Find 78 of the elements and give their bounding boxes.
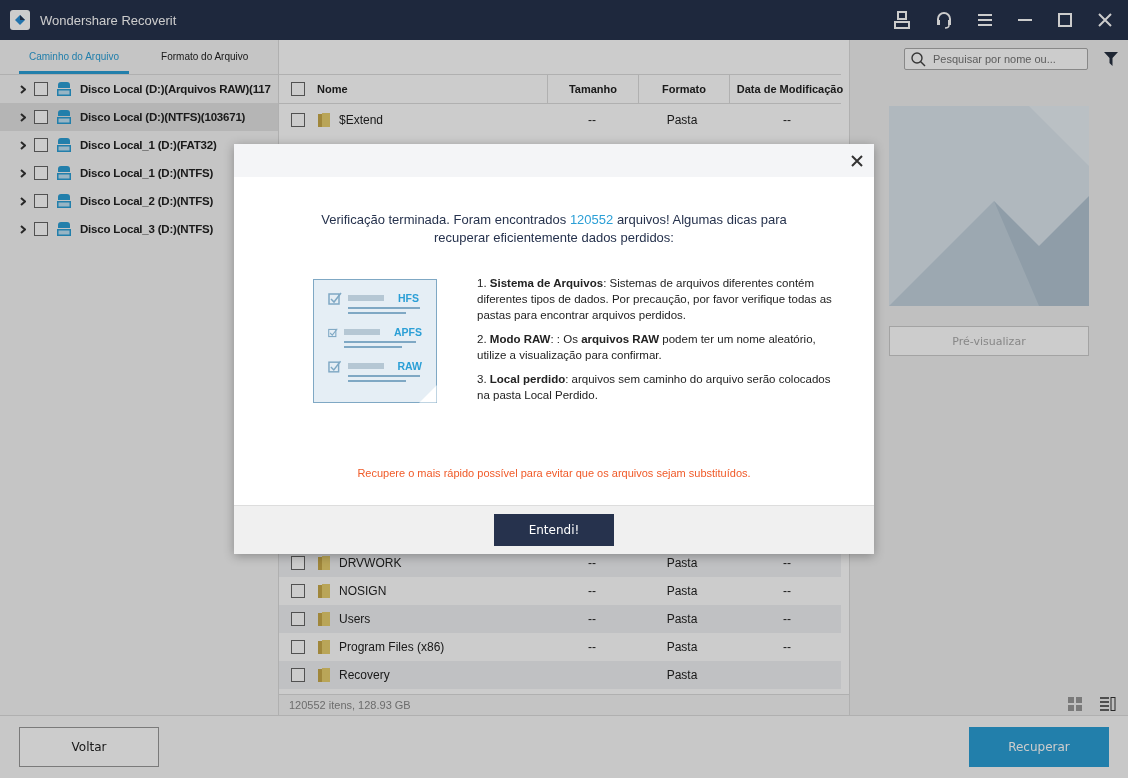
hard-drive-icon [56, 221, 72, 237]
column-header[interactable]: Tamanho [547, 75, 638, 103]
column-header[interactable]: Formato [638, 75, 729, 103]
checkbox[interactable] [291, 668, 305, 682]
search-icon [911, 52, 926, 67]
folder-icon [317, 639, 331, 655]
filter-icon[interactable] [1104, 52, 1118, 66]
file-name: $Extend [339, 113, 384, 127]
checkbox[interactable] [291, 113, 305, 127]
folder-icon [317, 667, 331, 683]
account-icon[interactable] [894, 11, 910, 29]
column-header[interactable]: Data de Modificação [729, 75, 850, 103]
checkbox[interactable] [291, 556, 305, 570]
menu-icon[interactable] [978, 13, 992, 27]
drive-item[interactable]: Disco Local_2 (D:)(NTFS) [0, 187, 278, 215]
folder-icon [317, 611, 331, 627]
dialog-message: Verificação terminada. Foram encontrados 120552 arquivos! Algumas dicas para recuperar eficientemente dados perdidos: [320, 211, 788, 247]
status-text: 120552 itens, 128.93 GB [289, 699, 411, 711]
size-cell: -- [588, 640, 596, 654]
format-cell: Pasta [666, 612, 698, 626]
warning-text: Recupere o mais rápido possível para evitar que os arquivos sejam substituídos. [356, 467, 752, 479]
tip-text: 3. Local perdido: arquivos sem caminho do arquivo serão colocados na pasta Local Perdido. [477, 372, 832, 403]
hard-drive-icon [56, 109, 72, 125]
checklist-illustration: HFS APFS RAW [313, 279, 437, 403]
date-cell: -- [783, 113, 791, 127]
date-cell: -- [783, 612, 791, 626]
format-cell: Pasta [666, 584, 698, 598]
checkbox[interactable] [34, 194, 48, 208]
format-cell: Pasta [666, 640, 698, 654]
drive-item[interactable]: Disco Local (D:)(Arquivos RAW)(117 [0, 75, 278, 103]
maximize-icon[interactable] [1058, 13, 1072, 27]
window-title: Wondershare Recoverit [40, 12, 177, 28]
folder-icon [317, 112, 331, 128]
checkbox[interactable] [291, 612, 305, 626]
ok-button[interactable]: Entendi! [494, 514, 614, 546]
size-cell: -- [588, 113, 596, 127]
checkbox[interactable] [34, 110, 48, 124]
format-cell: Pasta [666, 556, 698, 570]
hard-drive-icon [56, 137, 72, 153]
folder-icon [317, 555, 331, 571]
tip-text: 1. Sistema de Arquivos: Sistemas de arquivos diferentes contém diferentes tipos de dados. Por precaução, por favor verifique todas as pastas para encontrar arquivos perdidos. [477, 276, 833, 323]
search-field[interactable]: Pesquisar por nome ou... [904, 48, 1088, 70]
format-cell: Pasta [666, 668, 698, 682]
checkbox[interactable] [291, 584, 305, 598]
date-cell: -- [783, 640, 791, 654]
hard-drive-icon [56, 165, 72, 181]
file-name: Users [339, 612, 371, 626]
date-cell: -- [783, 556, 791, 570]
checkbox[interactable] [34, 166, 48, 180]
drive-item[interactable]: Disco Local_1 (D:)(FAT32) [0, 131, 278, 159]
back-button[interactable]: Voltar [19, 727, 159, 767]
tip-text: 2. Modo RAW: : Os arquivos RAW podem ter um nome aleatório, utilize a visualização para confirmar. [477, 332, 817, 363]
sidebar-tab[interactable]: Formato do Arquivo [151, 40, 259, 74]
app-logo-icon [10, 10, 30, 30]
file-name: Program Files (x86) [339, 640, 445, 654]
size-cell: -- [588, 584, 596, 598]
folder-icon [317, 583, 331, 599]
drive-item[interactable]: Disco Local_3 (D:)(NTFS) [0, 215, 278, 243]
size-cell: -- [588, 556, 596, 570]
headset-icon[interactable] [936, 11, 952, 29]
column-header[interactable]: Nome [317, 75, 547, 103]
hard-drive-icon [56, 193, 72, 209]
file-name: NOSIGN [339, 584, 387, 598]
checkbox[interactable] [291, 640, 305, 654]
checkbox[interactable] [34, 138, 48, 152]
hard-drive-icon [56, 81, 72, 97]
checkbox[interactable] [34, 82, 48, 96]
date-cell: -- [783, 584, 791, 598]
format-cell: Pasta [666, 113, 698, 127]
checkbox[interactable] [34, 222, 48, 236]
close-icon[interactable] [851, 154, 863, 167]
select-all-checkbox[interactable] [291, 82, 305, 96]
list-view-icon[interactable] [1100, 697, 1116, 711]
file-name: Recovery [339, 668, 390, 682]
file-name: DRVWORK [339, 556, 402, 570]
drive-item[interactable]: Disco Local (D:)(NTFS)(103671) [0, 103, 278, 131]
size-cell: -- [588, 612, 596, 626]
drive-item[interactable]: Disco Local_1 (D:)(NTFS) [0, 159, 278, 187]
